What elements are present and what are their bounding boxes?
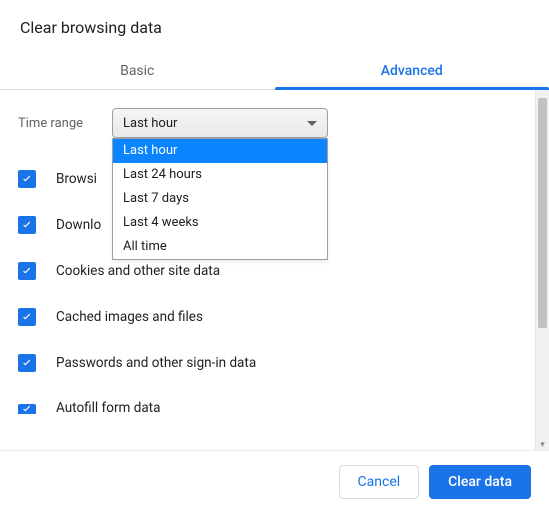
item-label: Passwords and other sign-in data	[56, 355, 256, 371]
dialog-footer: Cancel Clear data	[0, 450, 549, 513]
dropdown-option-last-4-weeks[interactable]: Last 4 weeks	[113, 211, 327, 235]
scrollbar-thumb[interactable]	[538, 98, 547, 328]
check-icon	[20, 310, 34, 324]
check-icon	[20, 264, 34, 278]
clear-data-button[interactable]: Clear data	[429, 465, 531, 499]
content-scroll: Time range Last hour Last hour Last 24 h…	[0, 90, 535, 452]
item-label: Cookies and other site data	[56, 263, 220, 279]
item-label: Downlo	[56, 217, 101, 233]
item-label: Browsi	[56, 171, 97, 187]
cancel-button[interactable]: Cancel	[339, 465, 420, 499]
time-range-selected-value: Last hour	[123, 116, 177, 131]
tab-basic[interactable]: Basic	[0, 51, 275, 89]
time-range-dropdown: Last hour Last 24 hours Last 7 days Last…	[112, 138, 328, 260]
time-range-row: Time range Last hour Last hour Last 24 h…	[18, 108, 517, 138]
time-range-label: Time range	[18, 116, 92, 131]
checkbox-browsing-history[interactable]	[18, 170, 36, 188]
check-icon	[20, 218, 34, 232]
list-item: Passwords and other sign-in data	[18, 340, 517, 386]
list-item: Cached images and files	[18, 294, 517, 340]
checkbox-cookies[interactable]	[18, 262, 36, 280]
chevron-down-icon	[307, 121, 317, 126]
scrollbar[interactable]: ▾	[535, 90, 549, 452]
check-icon	[20, 404, 34, 414]
checkbox-passwords[interactable]	[18, 354, 36, 372]
checkbox-download-history[interactable]	[18, 216, 36, 234]
checkbox-cached-images[interactable]	[18, 308, 36, 326]
dropdown-option-last-24-hours[interactable]: Last 24 hours	[113, 163, 327, 187]
list-item: Autofill form data	[18, 386, 517, 430]
dropdown-option-last-7-days[interactable]: Last 7 days	[113, 187, 327, 211]
check-icon	[20, 172, 34, 186]
dialog-title: Clear browsing data	[0, 0, 549, 51]
item-label: Cached images and files	[56, 309, 203, 325]
content-area: Time range Last hour Last hour Last 24 h…	[0, 90, 549, 452]
time-range-select[interactable]: Last hour	[112, 108, 328, 138]
dropdown-option-last-hour[interactable]: Last hour	[113, 139, 327, 163]
dropdown-option-all-time[interactable]: All time	[113, 235, 327, 259]
tabs: Basic Advanced	[0, 51, 549, 90]
checkbox-autofill[interactable]	[18, 404, 36, 414]
item-label: Autofill form data	[56, 400, 160, 416]
tab-advanced[interactable]: Advanced	[275, 51, 549, 89]
check-icon	[20, 356, 34, 370]
